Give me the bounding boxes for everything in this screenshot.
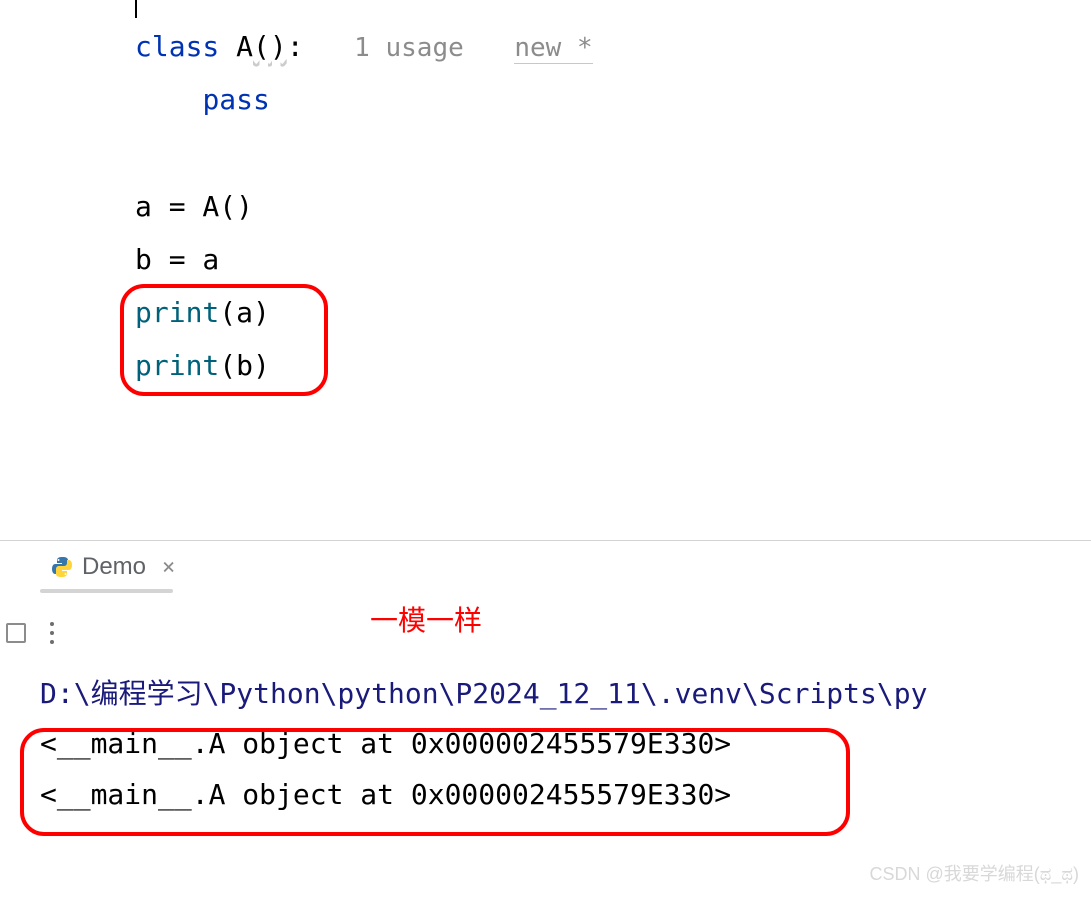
- code-line-3[interactable]: [135, 127, 1091, 180]
- console-output[interactable]: D:\编程学习\Python\python\P2024_12_11\.venv\…: [0, 639, 1091, 820]
- stop-icon[interactable]: [6, 623, 26, 643]
- func-print: print: [135, 296, 219, 329]
- watermark-text: CSDN @我要学编程(ಥ_ಥ): [869, 860, 1079, 886]
- author-hint[interactable]: new *: [514, 33, 592, 64]
- print-args: (a): [219, 296, 270, 329]
- console-pane: Demo × 一模一样 D:\编程学习\Python\python\P2024_…: [0, 540, 1091, 904]
- run-tab-label[interactable]: Demo: [82, 553, 146, 581]
- console-toolbar: [0, 620, 54, 646]
- code-line-7[interactable]: print(b): [135, 339, 1091, 392]
- print-args: (b): [219, 349, 270, 382]
- code-editor-pane[interactable]: class A(): 1 usage new * pass a = A() b …: [0, 0, 1091, 540]
- output-line-2: <__main__.A object at 0x000002455579E330…: [40, 770, 1091, 820]
- more-options-icon[interactable]: [50, 622, 54, 644]
- cursor-indicator: [135, 0, 137, 18]
- annotation-text: 一模一样: [370, 599, 1091, 639]
- code-content[interactable]: class A(): 1 usage new * pass a = A() b …: [0, 0, 1091, 393]
- interpreter-path: D:\编程学习\Python\python\P2024_12_11\.venv\…: [40, 669, 1091, 719]
- class-identifier: A: [219, 30, 253, 63]
- indent: [135, 83, 202, 116]
- tab-close-button[interactable]: ×: [162, 555, 175, 580]
- python-icon: [50, 555, 74, 579]
- usage-hint[interactable]: 1 usage: [354, 33, 464, 63]
- code-line-1[interactable]: class A(): 1 usage new *: [135, 20, 1091, 73]
- tab-underline: [40, 589, 173, 593]
- run-tab-bar: Demo ×: [0, 541, 1091, 589]
- code-line-6[interactable]: print(a): [135, 286, 1091, 339]
- parens: (): [253, 30, 287, 63]
- code-line-2[interactable]: pass: [135, 73, 1091, 126]
- func-print: print: [135, 349, 219, 382]
- output-line-1: <__main__.A object at 0x000002455579E330…: [40, 719, 1091, 769]
- code-line-5[interactable]: b = a: [135, 233, 1091, 286]
- keyword-class: class: [135, 30, 219, 63]
- colon: :: [287, 30, 304, 63]
- code-line-4[interactable]: a = A(): [135, 180, 1091, 233]
- keyword-pass: pass: [202, 83, 269, 116]
